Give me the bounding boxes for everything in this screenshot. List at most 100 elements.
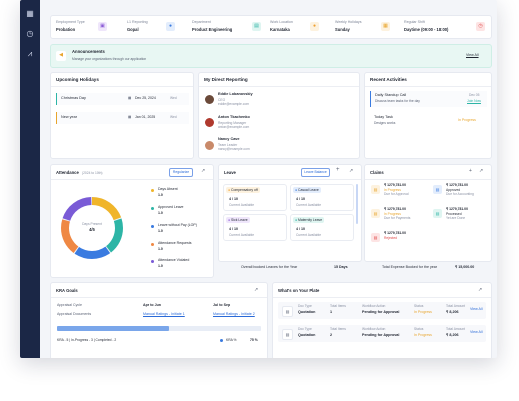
workflow-action: Pending for Approval <box>362 310 400 314</box>
leave-value: 4 / 10 <box>296 197 305 201</box>
card-title: My Direct Reporting <box>204 77 248 82</box>
scrollbar[interactable] <box>356 184 358 224</box>
holiday-date: Jan 01, 2025 <box>135 115 156 119</box>
column-header: Total Items <box>330 327 346 331</box>
clock-shift-icon: ◷ <box>476 22 485 31</box>
chart-icon[interactable]: ⩘ <box>26 50 34 58</box>
holiday-day: Wed <box>170 115 177 119</box>
recent-activities-card: Recent Activities Daily Standup Call Dis… <box>364 72 492 159</box>
divider <box>365 86 491 87</box>
external-link-icon[interactable]: ↗ <box>479 168 483 174</box>
claim-amount: ₹ 1279,781.00 <box>446 183 468 187</box>
external-link-icon[interactable]: ↗ <box>254 287 258 293</box>
activity-status: In Progress <box>458 118 476 122</box>
leave-tile[interactable]: ● Casual Leave 4 / 10 Current Available <box>290 184 354 211</box>
total-items: 1 <box>330 310 333 314</box>
leave-card: Leave Leave Balance + ↗ ● Compensatory o… <box>218 164 362 262</box>
divider <box>51 297 267 298</box>
divider <box>51 86 193 87</box>
claim-subtitle: Due for Approval <box>384 192 409 196</box>
external-link-icon[interactable]: ↗ <box>478 287 482 293</box>
divider <box>365 179 491 180</box>
legend-name: Leave without Pay (LOP) <box>158 223 197 227</box>
kra-progress-track <box>57 326 261 331</box>
leave-name: Casual Leave <box>298 188 319 192</box>
kra-doc-link[interactable]: Manual Ratings - Initiate 2 <box>213 312 255 316</box>
external-link-icon[interactable]: ↗ <box>349 168 353 174</box>
leave-subtitle: Current Available <box>296 233 322 237</box>
row-status: In Progress <box>414 310 432 314</box>
leave-balance-button[interactable]: Leave Balance <box>301 168 330 177</box>
close-icon[interactable]: ✕ <box>491 52 492 58</box>
legend-dot <box>220 339 223 342</box>
leave-name: Sick Leave <box>231 218 248 222</box>
table-row[interactable]: ▤ Doc Type Quotation Total Items 1 Workf… <box>278 302 486 319</box>
column-header: Status <box>414 327 424 331</box>
add-claim-button[interactable]: + <box>469 168 472 174</box>
external-link-icon[interactable]: ↗ <box>201 168 205 174</box>
leave-icon: ● <box>295 218 298 222</box>
avatar <box>205 118 214 127</box>
leave-name: Compensatory off <box>231 188 258 192</box>
leave-tile[interactable]: ● Maternity Leave 4 / 10 Current Availab… <box>290 214 354 241</box>
leave-value: 4 / 10 <box>229 197 238 201</box>
leave-subtitle: Current Available <box>296 203 322 207</box>
row-status: In Progress <box>414 333 432 337</box>
leave-tile[interactable]: ● Sick Leave 4 / 10 Current Available <box>223 214 287 241</box>
column-header: Status <box>414 304 424 308</box>
view-all-link[interactable]: View All <box>470 330 483 334</box>
info-value: Karnataka <box>270 27 290 32</box>
activity-item: Daily Standup Call Discuss team tasks fo… <box>370 91 487 107</box>
leave-type-chip: ● Maternity Leave <box>293 217 325 223</box>
info-label: Department <box>192 20 211 24</box>
kra-doc-link[interactable]: Manual Ratings - Initiate 1 <box>143 312 185 316</box>
holiday-item: Christmas Day ▦ Dec 25, 2024 Wed <box>56 93 189 105</box>
card-title: Upcoming Holidays <box>56 77 99 82</box>
info-value: Probation <box>56 27 76 32</box>
leave-value: 4 / 10 <box>296 227 305 231</box>
info-label: L1 Reporting <box>127 20 148 24</box>
direct-reporting-card: My Direct Reporting Eddie Lobanovskiy CE… <box>198 72 360 159</box>
kra-value: Apr to Jun <box>143 303 161 307</box>
person-name: Eddie Lobanovskiy <box>218 92 253 96</box>
leave-type-chip: ● Compensatory off <box>226 187 260 193</box>
holiday-date: Dec 25, 2024 <box>135 96 156 100</box>
leave-type-chip: ● Sick Leave <box>226 217 250 223</box>
card-title: Claims <box>370 170 384 175</box>
avatar <box>205 95 214 104</box>
claim-subtitle: Due for Accounting <box>446 192 474 196</box>
info-value: Gopal <box>127 27 139 32</box>
clock-icon[interactable]: ◷ <box>26 30 34 38</box>
card-title: Attendance <box>56 170 79 175</box>
receipt-icon: ▤ <box>433 185 442 194</box>
claim-amount: ₹ 1279,781.00 <box>446 207 468 211</box>
leave-icon: ● <box>295 188 298 192</box>
grid-icon[interactable]: ▦ <box>26 10 34 18</box>
receipt-icon: ▤ <box>433 209 442 218</box>
leave-footer-value: 15 Days <box>334 265 348 269</box>
legend-value: 1.0 <box>158 247 163 251</box>
calendar-icon: ▦ <box>128 96 132 100</box>
legend-dot <box>151 225 154 228</box>
kra-legend: KRA - 5 | In-Progress - 3 | Completed - … <box>57 338 117 342</box>
column-header: Doc Type <box>298 304 312 308</box>
view-all-link[interactable]: View All <box>466 53 479 57</box>
join-now-link[interactable]: Join Now <box>467 99 481 103</box>
receipt-icon: ▤ <box>371 233 380 242</box>
regularize-button[interactable]: Regularize <box>169 168 193 177</box>
activity-date: Dec 05 <box>469 93 480 97</box>
donut-center-value: 4/5 <box>89 227 95 232</box>
claims-card: Claims + ↗ ▤ ₹ 1279,781.00 In Progress D… <box>364 164 492 262</box>
column-header: Workflow Action <box>362 327 386 331</box>
activity-title: Daily Standup Call <box>375 93 407 97</box>
document-icon: ▤ <box>282 306 293 317</box>
claim-status: Rejected <box>384 236 398 240</box>
add-leave-button[interactable]: + <box>336 167 340 173</box>
legend-name: Attendance Requests <box>158 241 192 245</box>
view-all-link[interactable]: View All <box>470 307 483 311</box>
leave-tile[interactable]: ● Compensatory off 4 / 10 Current Availa… <box>223 184 287 211</box>
legend-dot <box>151 243 154 246</box>
person-name: Anton Tkachenko <box>218 115 250 119</box>
table-row[interactable]: ▤ Doc Type Quotation Total Items 2 Workf… <box>278 325 486 342</box>
card-title: What's on Your Plate <box>278 288 320 293</box>
